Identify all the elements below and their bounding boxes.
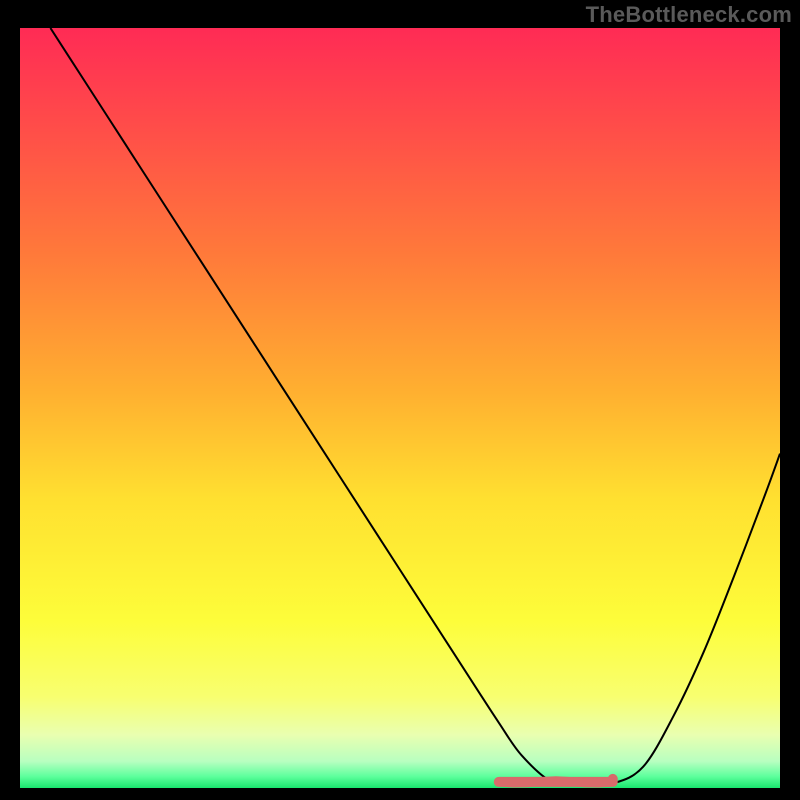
optimal-band	[499, 781, 613, 783]
optimal-dot-icon	[608, 774, 618, 784]
plot-area	[20, 28, 780, 788]
gradient-background	[20, 28, 780, 788]
chart-svg	[20, 28, 780, 788]
watermark-text: TheBottleneck.com	[586, 2, 792, 28]
chart-stage: TheBottleneck.com	[0, 0, 800, 800]
